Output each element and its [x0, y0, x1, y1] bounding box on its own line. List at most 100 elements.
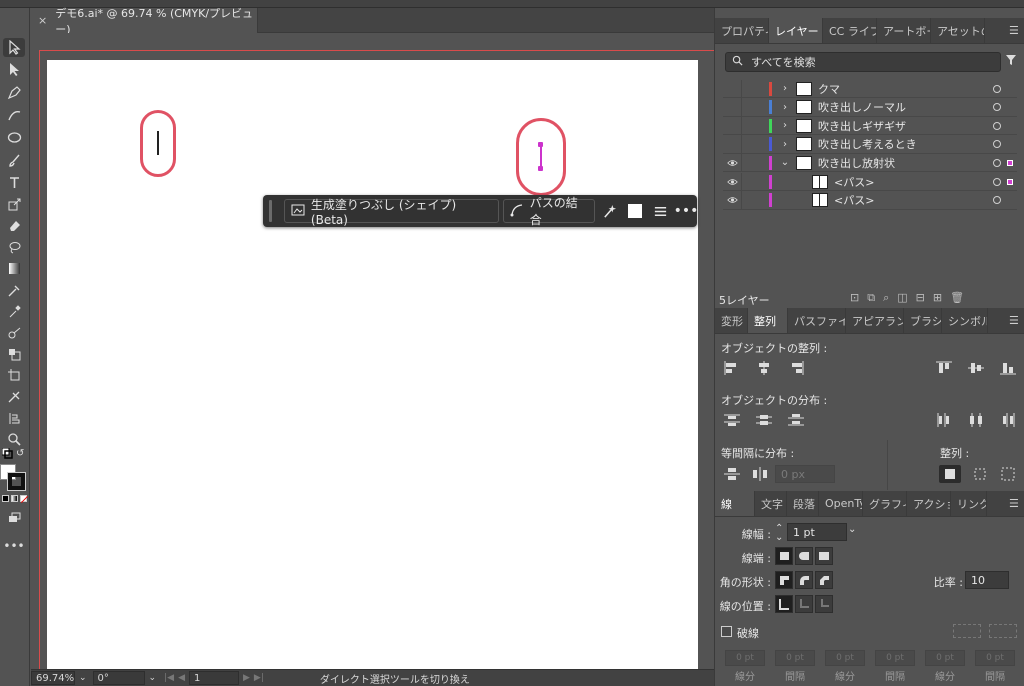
preserve-dash-icon[interactable] — [953, 624, 981, 638]
chevron-down-icon[interactable]: ⌄ — [778, 157, 792, 168]
zoom-field[interactable]: 69.74% — [31, 671, 75, 685]
layer-row[interactable]: › クマ — [723, 79, 1017, 98]
draw-mode-icon[interactable] — [3, 508, 25, 527]
layer-name[interactable]: 吹き出しギザギザ — [818, 118, 993, 134]
tab-graphic-styles[interactable]: グラフィ — [863, 491, 907, 516]
target-circle-icon[interactable] — [993, 121, 1001, 130]
round-join-icon[interactable] — [795, 571, 813, 589]
distribute-hspace-icon[interactable] — [749, 465, 771, 483]
layer-name[interactable]: <パス> — [834, 192, 993, 208]
dash-input[interactable]: 0 pt — [725, 650, 765, 666]
align-hcenter-icon[interactable] — [753, 359, 775, 377]
tab-symbols[interactable]: シンボル — [942, 308, 988, 333]
visibility-eye-icon[interactable] — [723, 178, 741, 186]
layer-row[interactable]: <パス> — [723, 172, 1017, 191]
tab-appearance[interactable]: アピアラン — [846, 308, 904, 333]
tab-character[interactable]: 文字 — [755, 491, 787, 516]
align-stroke-outside-icon[interactable] — [815, 595, 833, 613]
layers-panel-menu-icon[interactable]: ☰ — [1009, 24, 1019, 37]
selection-indicator[interactable] — [1007, 178, 1013, 185]
chevron-right-icon[interactable]: › — [778, 102, 792, 113]
last-artboard-icon[interactable]: ▶| — [254, 673, 264, 683]
type-tool-icon[interactable] — [3, 173, 25, 192]
tab-cc-libraries[interactable]: CC ライブ — [823, 18, 877, 43]
anchor-point-top[interactable] — [538, 142, 543, 147]
target-circle-icon[interactable] — [993, 158, 1001, 167]
layer-row[interactable]: › 吹き出し考えるとき — [723, 135, 1017, 154]
generative-fill-button[interactable]: 生成塗りつぶし (シェイプ) (Beta) — [283, 198, 499, 227]
distribute-vspace-icon[interactable] — [721, 465, 743, 483]
magic-wand-icon[interactable] — [599, 200, 620, 222]
path-line-left[interactable] — [157, 131, 159, 155]
none-mode-icon[interactable] — [20, 495, 29, 504]
canvas-area[interactable] — [31, 33, 714, 669]
fill-color-button[interactable] — [624, 200, 645, 222]
visibility-eye-icon[interactable] — [723, 196, 741, 204]
chevron-right-icon[interactable]: › — [778, 120, 792, 131]
gradient-mode-icon[interactable] — [11, 495, 18, 502]
swap-colors-icon[interactable]: ↺ — [16, 448, 24, 459]
anchor-point-bottom[interactable] — [538, 166, 543, 171]
more-tools-icon[interactable]: ••• — [3, 536, 25, 555]
layer-name[interactable]: 吹き出しノーマル — [818, 99, 993, 115]
projecting-cap-icon[interactable] — [815, 547, 833, 565]
drag-handle[interactable] — [269, 200, 272, 222]
combine-paths-button[interactable]: パスの結合 — [502, 196, 595, 227]
align-left-icon[interactable] — [721, 359, 743, 377]
tab-paragraph[interactable]: 段落 — [787, 491, 819, 516]
align-vcenter-icon[interactable] — [965, 359, 987, 377]
layer-row[interactable]: › 吹き出しギザギザ — [723, 116, 1017, 136]
zoom-dropdown-icon[interactable]: ⌄ — [79, 673, 87, 683]
pen-tool-icon[interactable] — [3, 83, 25, 102]
stroke-weight-icon[interactable] — [650, 200, 671, 222]
tab-brushes[interactable]: ブラシ — [904, 308, 942, 333]
mesh-tool-icon[interactable] — [3, 281, 25, 300]
ellipse-tool-icon[interactable] — [3, 128, 25, 147]
selection-tool-icon[interactable] — [3, 38, 25, 57]
close-tab-icon[interactable]: × — [38, 14, 47, 27]
align-right-icon[interactable] — [785, 359, 807, 377]
slice-tool-icon[interactable] — [3, 388, 25, 407]
color-mode-icon[interactable] — [2, 495, 9, 502]
target-circle-icon[interactable] — [993, 196, 1001, 205]
filter-icon[interactable] — [1005, 54, 1017, 70]
delete-layer-icon[interactable]: 🗑 — [950, 291, 964, 305]
make-clip-mask-icon[interactable]: ⧉ — [867, 291, 875, 305]
gap-input[interactable]: 0 pt — [875, 650, 915, 666]
tab-artboards[interactable]: アートボー — [877, 18, 931, 43]
weight-stepper-icon[interactable]: ⌃ ⌄ — [775, 524, 783, 543]
clipping-mask-icon[interactable]: ◫ — [897, 291, 907, 305]
lock-toggle[interactable] — [741, 191, 759, 210]
dash-input[interactable]: 0 pt — [925, 650, 965, 666]
tab-layers[interactable]: レイヤー — [769, 18, 823, 43]
align-to-artboard-icon[interactable] — [997, 465, 1019, 483]
align-stroke-inside-icon[interactable] — [795, 595, 813, 613]
butt-cap-icon[interactable] — [775, 547, 793, 565]
align-bottom-icon[interactable] — [997, 359, 1019, 377]
distribute-bottom-icon[interactable] — [785, 411, 807, 429]
graph-tool-icon[interactable] — [3, 409, 25, 428]
tab-links[interactable]: リンク — [951, 491, 987, 516]
artboard-field[interactable]: 1 — [188, 671, 239, 685]
eyedropper-tool-icon[interactable] — [3, 302, 25, 321]
symbol-sprayer-tool-icon[interactable] — [3, 345, 25, 364]
gap-input[interactable]: 0 pt — [775, 650, 815, 666]
align-dash-corners-icon[interactable] — [989, 624, 1017, 638]
stroke-swatch[interactable] — [7, 472, 26, 491]
tab-stroke[interactable]: 線 — [715, 491, 755, 516]
distribute-right-icon[interactable] — [997, 411, 1019, 429]
stroke-panel-menu-icon[interactable]: ☰ — [1009, 497, 1019, 510]
miter-join-icon[interactable] — [775, 571, 793, 589]
weight-input[interactable]: 1 pt — [787, 523, 847, 541]
align-to-key-object-icon[interactable] — [969, 465, 991, 483]
align-panel-menu-icon[interactable]: ☰ — [1009, 314, 1019, 327]
lock-toggle[interactable] — [741, 116, 759, 135]
selection-indicator[interactable] — [1007, 159, 1013, 166]
layer-name[interactable]: 吹き出し放射状 — [818, 155, 993, 171]
artboard[interactable] — [47, 60, 698, 669]
distribute-hcenter-icon[interactable] — [965, 411, 987, 429]
new-layer-icon[interactable]: ⊞ — [933, 291, 942, 305]
first-artboard-icon[interactable]: |◀ — [164, 673, 174, 683]
more-options-icon[interactable]: ••• — [674, 200, 699, 222]
curvature-tool-icon[interactable] — [3, 106, 25, 125]
